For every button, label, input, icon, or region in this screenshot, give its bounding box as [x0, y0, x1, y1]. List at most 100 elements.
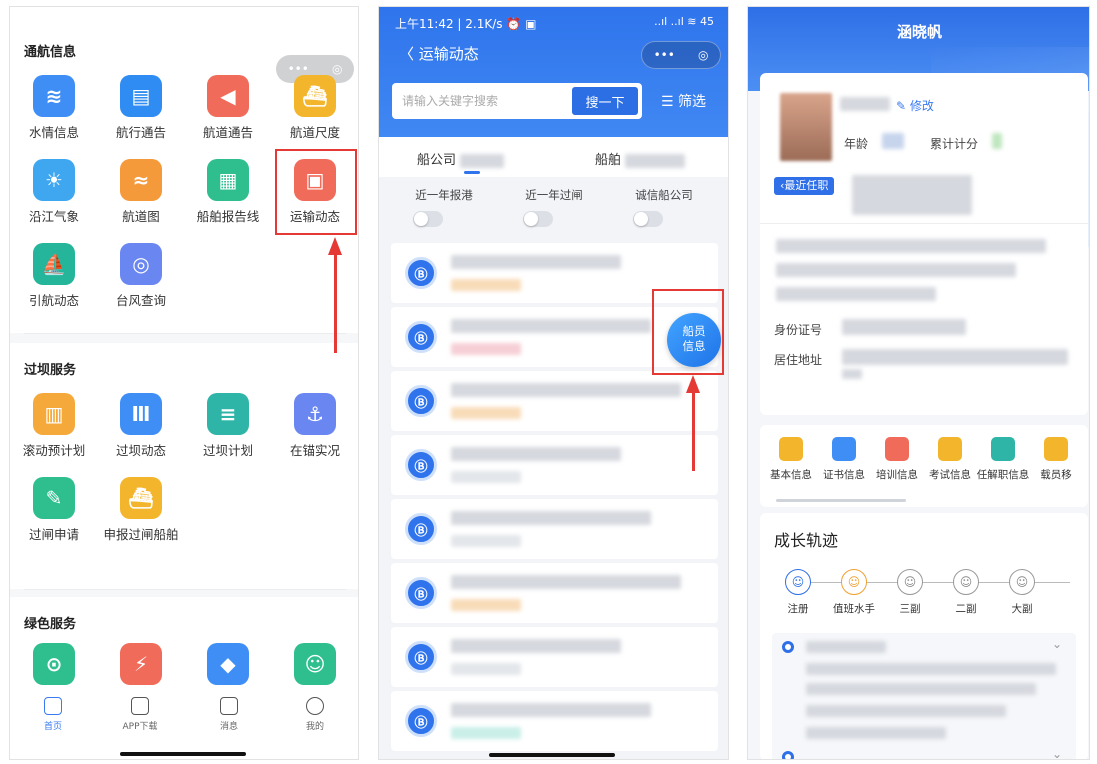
chevron-down-icon[interactable]: ⌄: [1052, 747, 1062, 759]
growth-step[interactable]: ☺ 二副: [938, 569, 994, 616]
tile-channel-map[interactable]: ≈ 航道图: [99, 159, 183, 226]
close-target-icon[interactable]: ◎: [698, 48, 708, 62]
redacted-tag: [451, 599, 521, 611]
tab-app-download[interactable]: APP下载: [105, 697, 175, 732]
tile-weather[interactable]: ☀ 沿江气象: [12, 159, 96, 226]
shield-icon: [1044, 437, 1068, 461]
redacted-position: [852, 175, 972, 215]
tile-water-drop[interactable]: ◆: [186, 643, 270, 685]
quick-certificate[interactable]: 证书信息: [817, 437, 871, 482]
switch-control[interactable]: [633, 211, 663, 227]
weather-icon-glyph: ☀: [45, 168, 63, 192]
tab-profile[interactable]: 我的: [280, 697, 350, 732]
tile-shore-power[interactable]: ⚡: [99, 643, 183, 685]
tile-label: 滚动预计划: [22, 443, 86, 458]
redacted-company-name: [451, 255, 621, 269]
pilot-ship-icon: ⛵: [33, 243, 75, 285]
quick-job[interactable]: 任解职信息: [976, 437, 1030, 482]
mini-program-capsule[interactable]: ••• ◎: [641, 41, 721, 69]
tab-home[interactable]: 首页: [18, 697, 88, 732]
step-label: 大副: [1011, 603, 1033, 615]
filter-icon: ☰: [661, 94, 674, 110]
timeline-dot: [782, 751, 794, 759]
bottom-tab-bar: 首页 APP下载 消息 我的: [10, 689, 358, 759]
company-card[interactable]: Ⓑ: [391, 499, 718, 559]
filter-toggles: 近一年报港 近一年过闸 诚信船公司: [379, 179, 728, 237]
company-card[interactable]: Ⓑ: [391, 627, 718, 687]
tile-anchor[interactable]: ⚓ 在锚实况: [273, 393, 357, 460]
more-dots-icon[interactable]: •••: [654, 48, 675, 62]
anchor-icon-glyph: ⚓: [306, 402, 324, 426]
toggle-recent-lock[interactable]: 近一年过闸: [499, 187, 609, 227]
tile-dam[interactable]: Ⅲ 过坝动态: [99, 393, 183, 460]
growth-step[interactable]: ☺ 三副: [882, 569, 938, 616]
tile-ship-declare[interactable]: ⛴ 申报过闸船舶: [99, 477, 183, 544]
quick-exam[interactable]: 考试信息: [923, 437, 977, 482]
quick-training[interactable]: 培训信息: [870, 437, 924, 482]
tab-company[interactable]: 船公司: [417, 149, 505, 168]
quick-menu: 基本信息 证书信息 培训信息 考试信息 任解职信息 载员移: [760, 425, 1088, 507]
channel-map-icon-glyph: ≈: [132, 168, 150, 192]
filter-button[interactable]: ☰ 筛选: [661, 91, 706, 111]
company-card[interactable]: Ⓑ: [391, 371, 718, 431]
search-button[interactable]: 搜一下: [572, 87, 638, 115]
tile-notice-board[interactable]: ▤ 航行通告: [99, 75, 183, 142]
tile-calendar[interactable]: ▥ 滚动预计划: [12, 393, 96, 460]
search-input[interactable]: [392, 83, 572, 119]
switch-control[interactable]: [413, 211, 443, 227]
switch-control[interactable]: [523, 211, 553, 227]
tile-edit-form[interactable]: ✎ 过闸申请: [12, 477, 96, 544]
step-label: 三副: [899, 603, 921, 615]
redacted-tag: [451, 407, 521, 419]
toggle-recent-report[interactable]: 近一年报港: [389, 187, 499, 227]
toggle-label: 近一年过闸: [525, 188, 583, 202]
company-card[interactable]: Ⓑ: [391, 691, 718, 751]
tile-water-level[interactable]: ≋ 水情信息: [12, 75, 96, 142]
water-level-icon: ≋: [33, 75, 75, 117]
tile-pilot-ship[interactable]: ⛵ 引航动态: [12, 243, 96, 310]
tile-megaphone[interactable]: ◀ 航道通告: [186, 75, 270, 142]
close-target-icon[interactable]: ◎: [332, 62, 342, 76]
tile-report-line[interactable]: ▦ 船舶报告线: [186, 159, 270, 226]
redacted-company-name: [451, 319, 651, 333]
tile-service-person[interactable]: ☺: [273, 643, 357, 685]
category-tabs: 船公司 船舶: [379, 137, 728, 177]
tab-messages[interactable]: 消息: [194, 697, 264, 732]
message-icon: [220, 697, 238, 715]
download-icon: [131, 697, 149, 715]
person-badge-icon: ☺: [897, 569, 923, 595]
tile-typhoon[interactable]: ◎ 台风查询: [99, 243, 183, 310]
quick-shield[interactable]: 载员移: [1029, 437, 1083, 482]
company-card[interactable]: Ⓑ: [391, 435, 718, 495]
typhoon-icon-glyph: ◎: [132, 252, 150, 276]
filter-label: 筛选: [678, 94, 707, 110]
growth-step[interactable]: ☺ 注册: [770, 569, 826, 616]
profile-icon: [306, 697, 324, 715]
timeline-list: ⌄ ⌄: [772, 633, 1076, 759]
tab-ship[interactable]: 船舶: [595, 149, 686, 168]
tile-dam-plan[interactable]: ≡ 过坝计划: [186, 393, 270, 460]
tile-ship-dimension[interactable]: ⛴ 航道尺度: [273, 75, 357, 142]
avatar: [780, 93, 832, 161]
toggle-credit-company[interactable]: 诚信船公司: [609, 187, 719, 227]
more-dots-icon[interactable]: •••: [288, 62, 309, 76]
building-icon: Ⓑ: [405, 705, 437, 737]
annotation-arrow-shaft: [692, 389, 695, 471]
tile-label: 航行通告: [115, 125, 166, 140]
back-icon[interactable]: 〈: [399, 45, 414, 63]
id-label: 身份证号: [774, 323, 823, 337]
step-label: 值班水手: [833, 603, 875, 615]
quick-basic-info[interactable]: 基本信息: [764, 437, 818, 482]
notice-board-icon-glyph: ▤: [131, 84, 151, 108]
growth-step[interactable]: ☺ 值班水手: [826, 569, 882, 616]
annotation-arrow-head: [328, 237, 342, 255]
redacted-line: [806, 641, 886, 653]
growth-step[interactable]: ☺ 大副: [994, 569, 1050, 616]
tile-label: 船舶报告线: [196, 209, 260, 224]
modify-button[interactable]: ✎ 修改: [896, 97, 934, 114]
tab-label: 我的: [305, 722, 324, 732]
company-card[interactable]: Ⓑ: [391, 563, 718, 623]
tile-pin[interactable]: ⊙: [12, 643, 96, 685]
chevron-down-icon[interactable]: ⌄: [1052, 637, 1062, 651]
edit-form-icon: ✎: [33, 477, 75, 519]
